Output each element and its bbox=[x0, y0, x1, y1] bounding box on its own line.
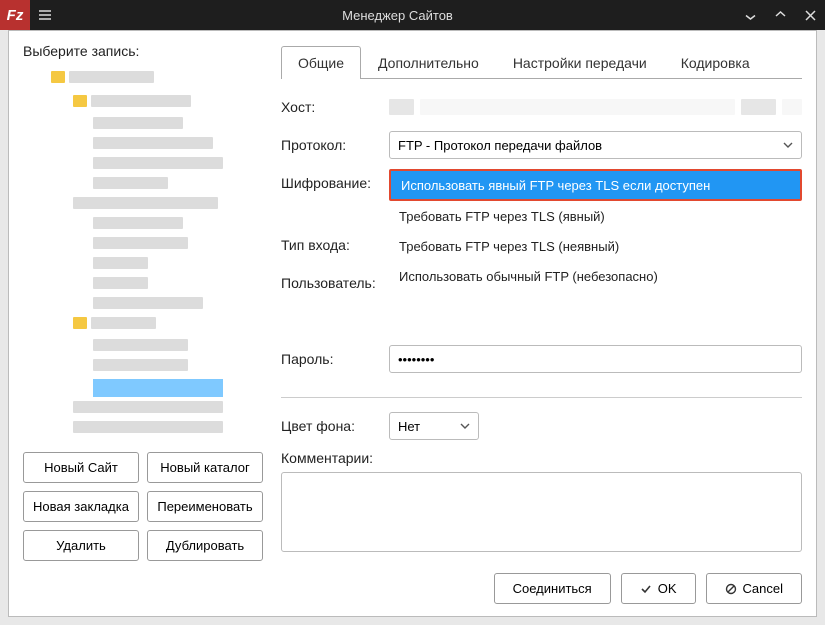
connect-button[interactable]: Соединиться bbox=[494, 573, 611, 604]
ok-label: OK bbox=[658, 581, 677, 596]
select-entry-label: Выберите запись: bbox=[23, 43, 263, 59]
comments-textarea[interactable] bbox=[281, 472, 802, 552]
protocol-value: FTP - Протокол передачи файлов bbox=[398, 138, 602, 153]
titlebar: Fz Менеджер Сайтов bbox=[0, 0, 825, 30]
new-folder-button[interactable]: Новый каталог bbox=[147, 452, 263, 483]
close-icon[interactable] bbox=[795, 0, 825, 30]
logon-type-label: Тип входа: bbox=[281, 237, 389, 253]
tab-transfer[interactable]: Настройки передачи bbox=[496, 46, 664, 79]
cancel-icon bbox=[725, 583, 737, 595]
rename-button[interactable]: Переименовать bbox=[147, 491, 263, 522]
tab-charset[interactable]: Кодировка bbox=[664, 46, 767, 79]
left-panel: Выберите запись: bbox=[23, 43, 263, 561]
encryption-select[interactable]: Использовать явный FTP через TLS если до… bbox=[389, 169, 802, 201]
maximize-icon[interactable] bbox=[765, 0, 795, 30]
chevron-down-icon bbox=[783, 142, 793, 148]
duplicate-button[interactable]: Дублировать bbox=[147, 530, 263, 561]
user-label: Пользователь: bbox=[281, 275, 389, 291]
host-label: Хост: bbox=[281, 99, 389, 115]
encryption-label: Шифрование: bbox=[281, 169, 389, 191]
minimize-icon[interactable] bbox=[735, 0, 765, 30]
check-icon bbox=[640, 583, 652, 595]
new-site-button[interactable]: Новый Сайт bbox=[23, 452, 139, 483]
chevron-down-icon bbox=[460, 423, 470, 429]
cancel-button[interactable]: Cancel bbox=[706, 573, 802, 604]
bgcolor-select[interactable]: Нет bbox=[389, 412, 479, 440]
comments-label: Комментарии: bbox=[281, 450, 802, 466]
window-title: Менеджер Сайтов bbox=[60, 8, 735, 23]
encryption-option[interactable]: Требовать FTP через TLS (неявный) bbox=[389, 231, 802, 261]
protocol-select[interactable]: FTP - Протокол передачи файлов bbox=[389, 131, 802, 159]
app-icon: Fz bbox=[0, 0, 30, 30]
encryption-option[interactable]: Требовать FTP через TLS (явный) bbox=[389, 201, 802, 231]
bgcolor-label: Цвет фона: bbox=[281, 418, 389, 434]
separator bbox=[281, 397, 802, 398]
host-input[interactable] bbox=[389, 99, 802, 115]
right-panel: Общие Дополнительно Настройки передачи К… bbox=[263, 43, 802, 561]
encryption-selected: Использовать явный FTP через TLS если до… bbox=[391, 171, 800, 199]
password-label: Пароль: bbox=[281, 351, 389, 367]
tab-general[interactable]: Общие bbox=[281, 46, 361, 79]
encryption-option[interactable]: Использовать обычный FTP (небезопасно) bbox=[389, 261, 802, 291]
delete-button[interactable]: Удалить bbox=[23, 530, 139, 561]
site-manager-dialog: Выберите запись: bbox=[8, 30, 817, 617]
tab-bar: Общие Дополнительно Настройки передачи К… bbox=[281, 45, 802, 79]
hamburger-icon[interactable] bbox=[30, 7, 60, 23]
site-tree[interactable] bbox=[23, 65, 263, 442]
tab-advanced[interactable]: Дополнительно bbox=[361, 46, 496, 79]
password-input[interactable] bbox=[389, 345, 802, 373]
dialog-footer: Соединиться OK Cancel bbox=[23, 561, 802, 604]
cancel-label: Cancel bbox=[743, 581, 783, 596]
new-bookmark-button[interactable]: Новая закладка bbox=[23, 491, 139, 522]
encryption-dropdown: Требовать FTP через TLS (явный) Требоват… bbox=[389, 201, 802, 291]
bgcolor-value: Нет bbox=[398, 419, 420, 434]
protocol-label: Протокол: bbox=[281, 137, 389, 153]
ok-button[interactable]: OK bbox=[621, 573, 696, 604]
